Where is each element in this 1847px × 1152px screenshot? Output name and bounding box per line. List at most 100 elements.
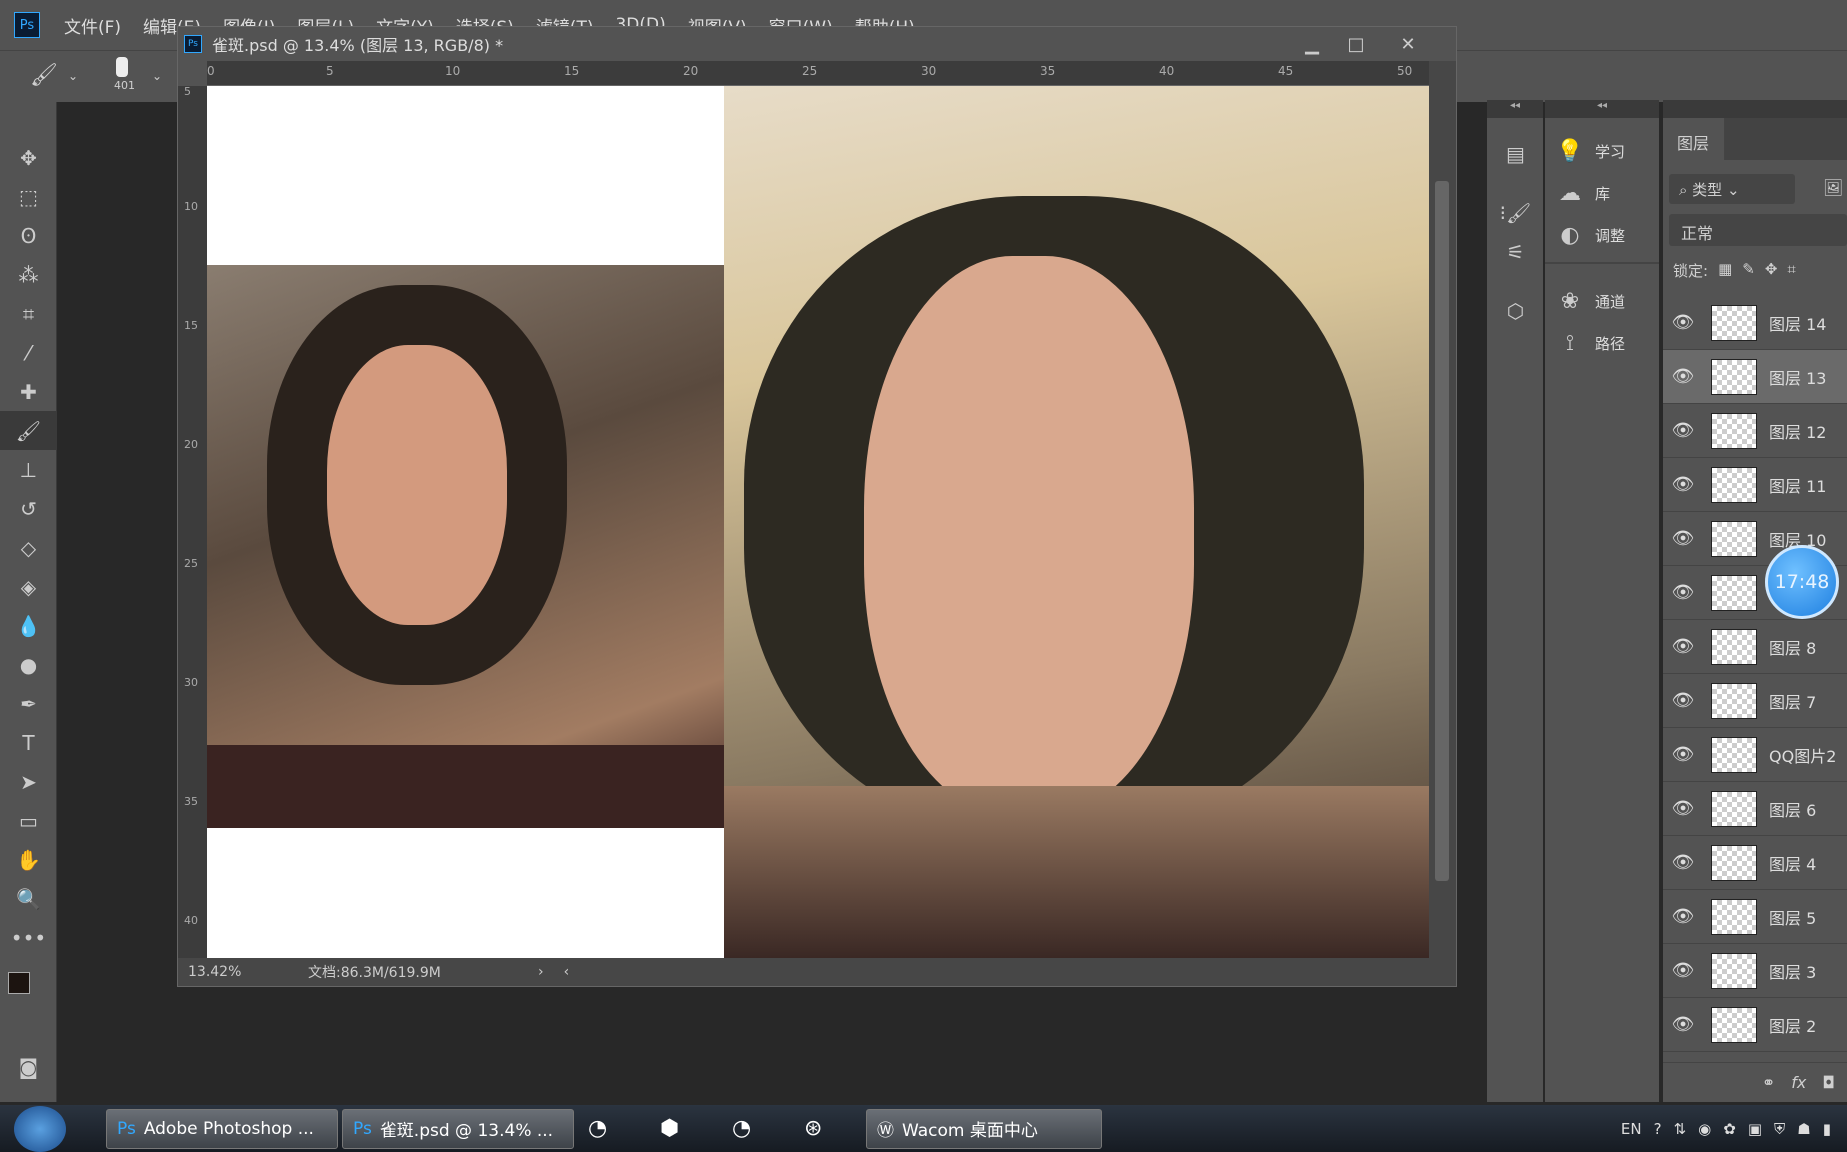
image-filter-icon[interactable]: 🖼 xyxy=(1823,178,1843,197)
layer-filter-select[interactable]: ⌕ 类型 ⌄ xyxy=(1669,174,1795,204)
layer-row[interactable]: 👁 图层 3 xyxy=(1663,944,1847,998)
eraser-tool-icon[interactable]: ◇ xyxy=(0,528,57,567)
taskbar-photoshop[interactable]: Ps Adobe Photoshop ... xyxy=(106,1108,338,1149)
shield-icon[interactable]: ⛨ xyxy=(1774,1120,1785,1138)
close-button[interactable]: ✕ xyxy=(1378,30,1438,58)
language-indicator[interactable]: EN xyxy=(1621,1120,1642,1138)
history-icon[interactable]: ▤ xyxy=(1487,134,1544,173)
panel-channels[interactable]: ❀ 通道 xyxy=(1545,280,1659,322)
start-button[interactable] xyxy=(14,1105,66,1152)
qq-browser-icon[interactable]: ◔ xyxy=(722,1109,790,1149)
tab-layers[interactable]: 图层 xyxy=(1663,118,1725,160)
layer-row[interactable]: 👁 图层 2 xyxy=(1663,998,1847,1052)
lasso-tool-icon[interactable]: ʘ xyxy=(0,216,57,255)
path-selection-tool-icon[interactable]: ➤ xyxy=(0,762,57,801)
chevron-down-icon[interactable]: ⌄ xyxy=(68,69,78,83)
collapse-icon[interactable]: ◂◂ xyxy=(1487,100,1543,118)
help-icon[interactable]: ? xyxy=(1654,1120,1662,1138)
panel-adjustments[interactable]: ◐ 调整 xyxy=(1545,214,1659,256)
layer-row[interactable]: 👁 图层 4 xyxy=(1663,836,1847,890)
vertical-scrollbar[interactable] xyxy=(1429,61,1456,958)
blur-tool-icon[interactable]: 💧 xyxy=(0,606,57,645)
panel-learn[interactable]: 💡 学习 xyxy=(1545,130,1659,172)
visibility-eye-icon[interactable]: 👁 xyxy=(1663,366,1703,387)
clone-stamp-tool-icon[interactable]: ⊥ xyxy=(0,450,57,489)
brush-tool-icon[interactable]: 🖌 xyxy=(0,411,57,450)
crop-tool-icon[interactable]: ⌗ xyxy=(0,294,57,333)
panel-paths[interactable]: ⟟ 路径 xyxy=(1545,322,1659,364)
collapse-icon[interactable]: ◂◂ xyxy=(1545,100,1659,118)
floating-clock-widget[interactable]: 17:48 xyxy=(1765,545,1839,619)
healing-brush-tool-icon[interactable]: ✚ xyxy=(0,372,57,411)
visibility-eye-icon[interactable]: 👁 xyxy=(1663,960,1703,981)
brush-settings-icon[interactable]: ⚟ xyxy=(1487,232,1544,271)
paint-bucket-tool-icon[interactable]: ◈ xyxy=(0,567,57,606)
blend-mode-select[interactable]: 正常 xyxy=(1669,214,1847,246)
lock-transparency-icon[interactable]: ▦ xyxy=(1718,260,1732,281)
app-icon[interactable]: ⊛ xyxy=(794,1109,862,1149)
visibility-eye-icon[interactable]: 👁 xyxy=(1663,744,1703,765)
layer-row[interactable]: 👁 图层 11 xyxy=(1663,458,1847,512)
visibility-eye-icon[interactable]: 👁 xyxy=(1663,852,1703,873)
layer-row[interactable]: 👁 QQ图片2 xyxy=(1663,728,1847,782)
magic-wand-tool-icon[interactable]: ⁂ xyxy=(0,255,57,294)
brush-tip-icon[interactable] xyxy=(116,57,128,77)
scroll-left-arrow[interactable]: ‹ xyxy=(564,964,570,980)
visibility-eye-icon[interactable]: 👁 xyxy=(1663,474,1703,495)
visibility-eye-icon[interactable]: 👁 xyxy=(1663,906,1703,927)
layer-row[interactable]: 👁 图层 6 xyxy=(1663,782,1847,836)
fx-icon[interactable]: fx xyxy=(1791,1073,1806,1092)
tray-icon[interactable]: ☗ xyxy=(1797,1120,1810,1138)
app-icon[interactable]: ⬢ xyxy=(650,1109,718,1149)
dodge-tool-icon[interactable]: ● xyxy=(0,645,57,684)
eyedropper-tool-icon[interactable]: ⁄ xyxy=(0,333,57,372)
marquee-tool-icon[interactable]: ⬚ xyxy=(0,177,57,216)
layer-row[interactable]: 👁 图层 12 xyxy=(1663,404,1847,458)
rectangle-tool-icon[interactable]: ▭ xyxy=(0,801,57,840)
tray-icon[interactable]: ▮ xyxy=(1823,1120,1831,1138)
qq-browser-icon[interactable]: ◔ xyxy=(578,1109,646,1149)
layer-row[interactable]: 👁 图层 7 xyxy=(1663,674,1847,728)
brush-tool-preset-icon[interactable]: 🖌 xyxy=(30,63,58,88)
type-tool-icon[interactable]: T xyxy=(0,723,57,762)
link-layers-icon[interactable]: ⚭ xyxy=(1762,1073,1775,1092)
chevron-down-icon[interactable]: ⌄ xyxy=(152,69,162,83)
chrome-icon[interactable]: ◉ xyxy=(1698,1120,1711,1138)
zoom-tool-icon[interactable]: 🔍 xyxy=(0,879,57,918)
visibility-eye-icon[interactable]: 👁 xyxy=(1663,798,1703,819)
layer-row[interactable]: 👁 图层 14 xyxy=(1663,296,1847,350)
pen-tool-icon[interactable]: ✒ xyxy=(0,684,57,723)
move-tool-icon[interactable]: ✥ xyxy=(0,138,57,177)
menu-file[interactable]: 文件(F) xyxy=(64,13,121,38)
hand-tool-icon[interactable]: ✋ xyxy=(0,840,57,879)
visibility-eye-icon[interactable]: 👁 xyxy=(1663,582,1703,603)
history-brush-tool-icon[interactable]: ↺ xyxy=(0,489,57,528)
quick-mask-icon[interactable]: ◙ xyxy=(0,1047,57,1086)
zoom-level[interactable]: 13.42% xyxy=(188,964,268,980)
layer-row[interactable]: 👁 图层 13 xyxy=(1663,350,1847,404)
taskbar-document[interactable]: Ps 雀斑.psd @ 13.4% ... xyxy=(342,1108,574,1149)
minimize-button[interactable]: ▁ xyxy=(1290,30,1334,58)
taskbar-wacom[interactable]: Ⓦ Wacom 桌面中心 xyxy=(866,1108,1102,1149)
visibility-eye-icon[interactable]: 👁 xyxy=(1663,528,1703,549)
lock-artboard-icon[interactable]: ⌗ xyxy=(1787,260,1795,281)
visibility-eye-icon[interactable]: 👁 xyxy=(1663,636,1703,657)
3d-icon[interactable]: ⬡ xyxy=(1487,291,1544,330)
visibility-eye-icon[interactable]: 👁 xyxy=(1663,1014,1703,1035)
scrollbar-thumb[interactable] xyxy=(1435,181,1449,881)
layer-row[interactable]: 👁 图层 8 xyxy=(1663,620,1847,674)
brush-presets-icon[interactable]: ⁝🖌 xyxy=(1487,193,1544,232)
status-menu-arrow[interactable]: › xyxy=(538,964,544,980)
flower-icon[interactable]: ✿ xyxy=(1723,1120,1736,1138)
lock-pixels-icon[interactable]: ✎ xyxy=(1742,260,1755,281)
layer-row[interactable]: 👁 图层 5 xyxy=(1663,890,1847,944)
visibility-eye-icon[interactable]: 👁 xyxy=(1663,690,1703,711)
add-mask-icon[interactable]: ◘ xyxy=(1822,1073,1835,1092)
foreground-color-swatch[interactable] xyxy=(8,972,30,994)
more-tools-icon[interactable]: ••• xyxy=(0,918,57,957)
lock-position-icon[interactable]: ✥ xyxy=(1765,260,1778,281)
canvas[interactable] xyxy=(207,86,1429,958)
visibility-eye-icon[interactable]: 👁 xyxy=(1663,312,1703,333)
app-tray-icon[interactable]: ▣ xyxy=(1748,1120,1762,1138)
panel-libraries[interactable]: ☁ 库 xyxy=(1545,172,1659,214)
